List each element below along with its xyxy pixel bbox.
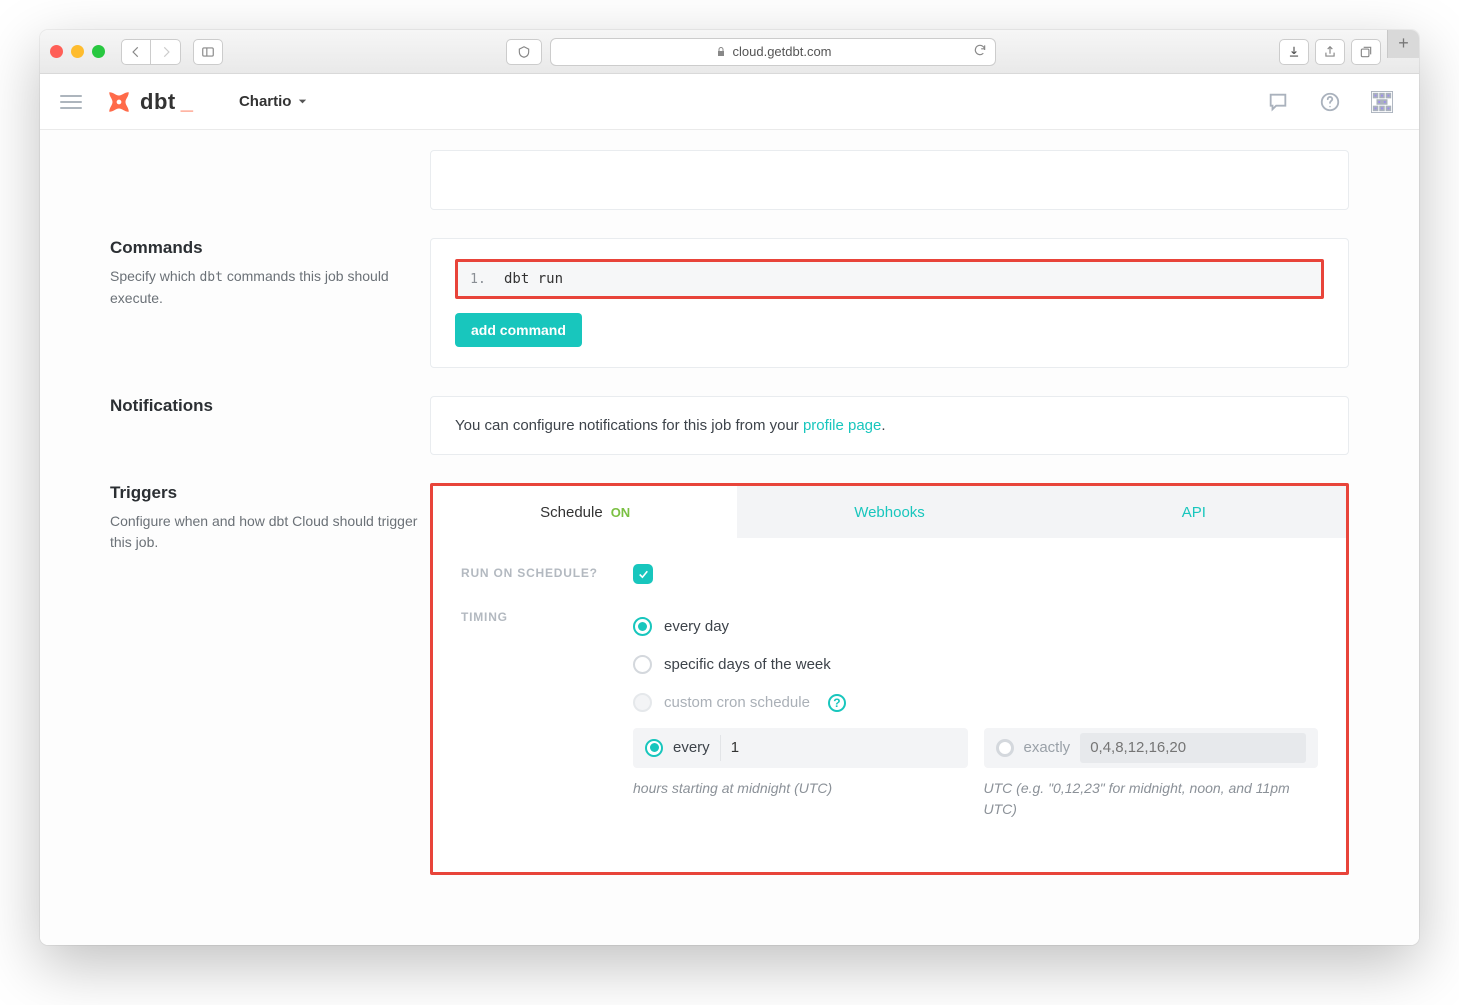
timing-custom-cron-label: custom cron schedule [664, 694, 810, 711]
brand-cursor: _ [181, 89, 193, 115]
frequency-every-hint: hours starting at midnight (UTC) [633, 778, 968, 820]
timing-every-day-label: every day [664, 618, 729, 635]
tabs-button[interactable] [1351, 39, 1381, 65]
browser-window: cloud.getdbt.com + [40, 30, 1419, 945]
timing-specific-days-label: specific days of the week [664, 656, 831, 673]
timing-every-day-radio[interactable] [633, 617, 652, 636]
comments-button[interactable] [1261, 85, 1295, 119]
chevron-down-icon [297, 96, 308, 107]
tab-schedule-state: ON [611, 505, 631, 520]
window-controls [50, 45, 105, 58]
separator [720, 735, 721, 761]
command-text: dbt run [498, 271, 1321, 287]
frequency-every-input[interactable] [731, 739, 956, 756]
notifications-text: You can configure notifications for this… [455, 417, 1324, 434]
new-tab-button[interactable]: + [1387, 30, 1419, 58]
commands-heading: Commands [110, 238, 430, 258]
share-button[interactable] [1315, 39, 1345, 65]
triggers-desc: Configure when and how dbt Cloud should … [110, 511, 430, 553]
add-command-button[interactable]: add command [455, 313, 582, 347]
page-content: Commands Specify which dbt commands this… [40, 130, 1419, 945]
tab-schedule[interactable]: Schedule ON [433, 486, 737, 538]
window-zoom-button[interactable] [92, 45, 105, 58]
speech-bubble-icon [1267, 91, 1289, 113]
frequency-every-label: every [673, 739, 710, 756]
dbt-logo-icon [106, 89, 132, 115]
command-row[interactable]: 1. dbt run [455, 259, 1324, 299]
run-on-schedule-checkbox[interactable] [633, 564, 653, 584]
user-avatar[interactable] [1365, 85, 1399, 119]
frequency-exactly-radio[interactable] [996, 739, 1014, 757]
commands-desc-code: dbt [199, 270, 222, 285]
menu-button[interactable] [60, 95, 82, 109]
commands-desc-pre: Specify which [110, 268, 199, 284]
tab-schedule-label: Schedule [540, 504, 603, 521]
timing-specific-days-radio[interactable] [633, 655, 652, 674]
brand-text: dbt [140, 89, 176, 115]
tab-webhooks[interactable]: Webhooks [737, 486, 1041, 538]
window-close-button[interactable] [50, 45, 63, 58]
notifications-text-pre: You can configure notifications for this… [455, 417, 803, 434]
profile-page-link[interactable]: profile page [803, 417, 881, 434]
frequency-exactly-label: exactly [1024, 739, 1071, 756]
org-name: Chartio [239, 93, 292, 110]
address-url: cloud.getdbt.com [733, 44, 832, 59]
frequency-exactly-hint: UTC (e.g. "0,12,23" for midnight, noon, … [984, 778, 1319, 820]
lock-icon [715, 46, 727, 58]
frequency-every-radio[interactable] [645, 739, 663, 757]
avatar-icon [1371, 91, 1393, 113]
brand[interactable]: dbt _ [106, 89, 193, 115]
notifications-card: You can configure notifications for this… [430, 396, 1349, 455]
privacy-report-button[interactable] [506, 39, 542, 65]
browser-titlebar: cloud.getdbt.com + [40, 30, 1419, 74]
tab-api[interactable]: API [1042, 486, 1346, 538]
custom-cron-help-icon[interactable]: ? [828, 694, 846, 712]
sidebar-toggle-button[interactable] [193, 39, 223, 65]
commands-desc: Specify which dbt commands this job shou… [110, 266, 430, 309]
triggers-tabs: Schedule ON Webhooks API [433, 486, 1346, 538]
frequency-every-box[interactable]: every [633, 728, 968, 768]
nav-back-button[interactable] [121, 39, 151, 65]
downloads-button[interactable] [1279, 39, 1309, 65]
address-bar[interactable]: cloud.getdbt.com [550, 38, 997, 66]
window-minimize-button[interactable] [71, 45, 84, 58]
notifications-text-post: . [881, 417, 885, 434]
app-header: dbt _ Chartio [40, 74, 1419, 130]
frequency-exactly-input[interactable] [1080, 733, 1306, 763]
commands-card: 1. dbt run add command [430, 238, 1349, 368]
triggers-panel: Schedule ON Webhooks API Run on schedule… [430, 483, 1349, 875]
notifications-heading: Notifications [110, 396, 430, 416]
timing-custom-cron-radio[interactable] [633, 693, 652, 712]
check-icon [637, 568, 650, 581]
frequency-exactly-box[interactable]: exactly [984, 728, 1319, 768]
help-circle-icon [1319, 91, 1341, 113]
org-picker[interactable]: Chartio [239, 93, 309, 110]
run-on-schedule-label: Run on schedule? [461, 564, 633, 580]
help-button[interactable] [1313, 85, 1347, 119]
timing-label: Timing [461, 608, 633, 624]
reload-icon[interactable] [973, 43, 987, 60]
nav-forward-button[interactable] [151, 39, 181, 65]
triggers-heading: Triggers [110, 483, 430, 503]
command-index: 1. [458, 272, 498, 287]
previous-section-card [430, 150, 1349, 210]
